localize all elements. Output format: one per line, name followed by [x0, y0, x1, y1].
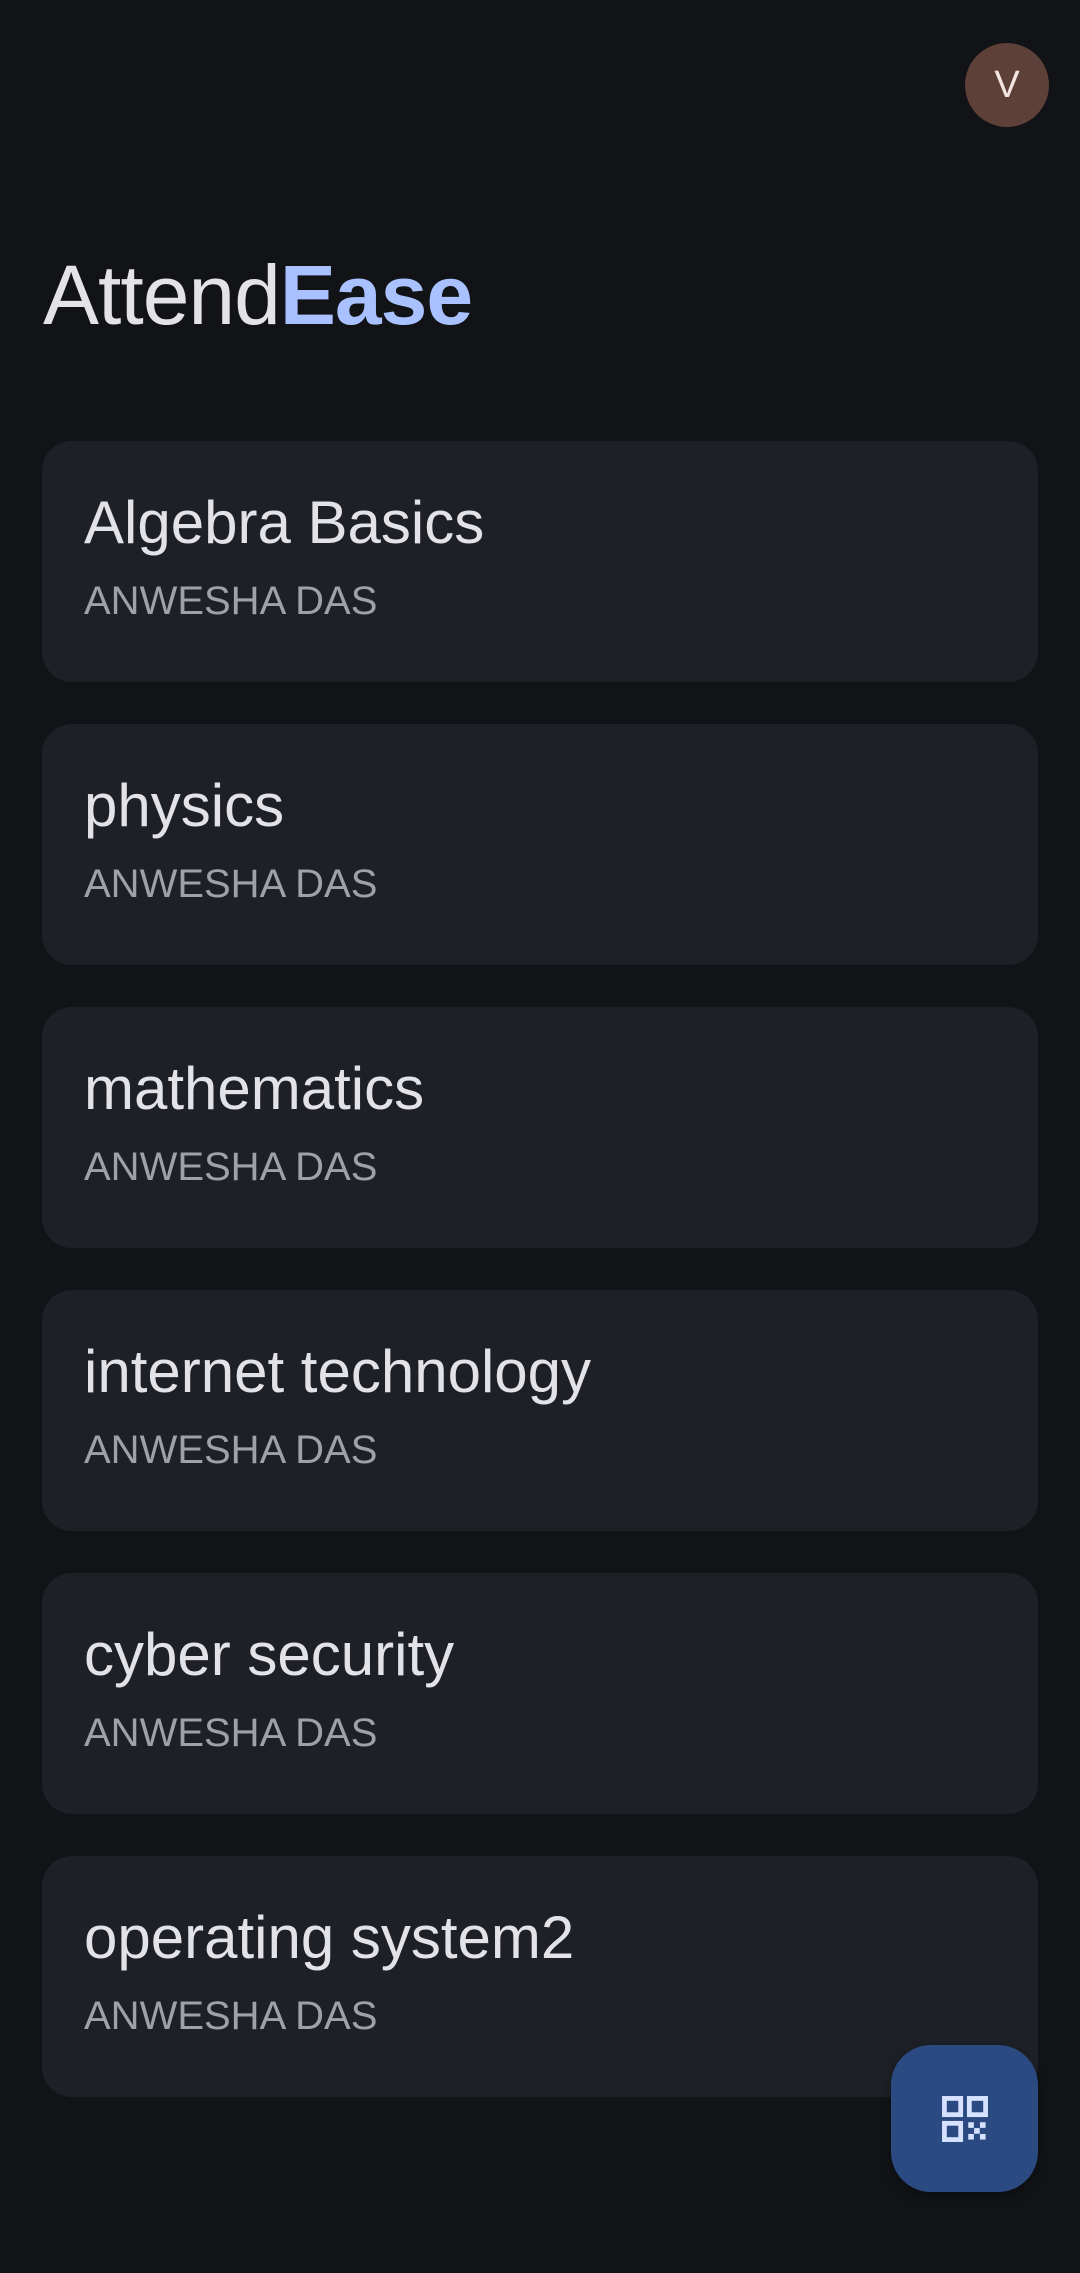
app-title-part1: Attend [43, 248, 281, 342]
class-teacher: ANWESHA DAS [84, 1145, 378, 1189]
class-card-mathematics[interactable]: mathematics ANWESHA DAS [42, 1007, 1038, 1248]
class-teacher: ANWESHA DAS [84, 1428, 378, 1472]
class-teacher: ANWESHA DAS [84, 579, 378, 623]
app-title: AttendEase [43, 240, 473, 350]
scan-qr-button[interactable] [891, 2045, 1038, 2192]
class-name: mathematics [84, 1055, 425, 1122]
qr-code-icon [941, 2095, 988, 2142]
class-card-cyber-security[interactable]: cyber security ANWESHA DAS [42, 1573, 1038, 1814]
app-title-accent: Ease [279, 248, 473, 342]
class-card-physics[interactable]: physics ANWESHA DAS [42, 724, 1038, 965]
avatar-initial: V [994, 63, 1020, 106]
class-name: Algebra Basics [84, 489, 485, 556]
class-card-algebra-basics[interactable]: Algebra Basics ANWESHA DAS [42, 441, 1038, 682]
profile-avatar[interactable]: V [965, 43, 1049, 127]
class-list: Algebra Basics ANWESHA DAS physics ANWES… [42, 441, 1038, 2139]
class-name: internet technology [84, 1338, 592, 1405]
class-card-operating-system2[interactable]: operating system2 ANWESHA DAS [42, 1856, 1038, 2097]
class-name: cyber security [84, 1621, 455, 1688]
class-name: physics [84, 772, 285, 839]
class-name: operating system2 [84, 1904, 575, 1971]
class-card-internet-technology[interactable]: internet technology ANWESHA DAS [42, 1290, 1038, 1531]
class-teacher: ANWESHA DAS [84, 862, 378, 906]
class-teacher: ANWESHA DAS [84, 1711, 378, 1755]
class-teacher: ANWESHA DAS [84, 1994, 378, 2038]
